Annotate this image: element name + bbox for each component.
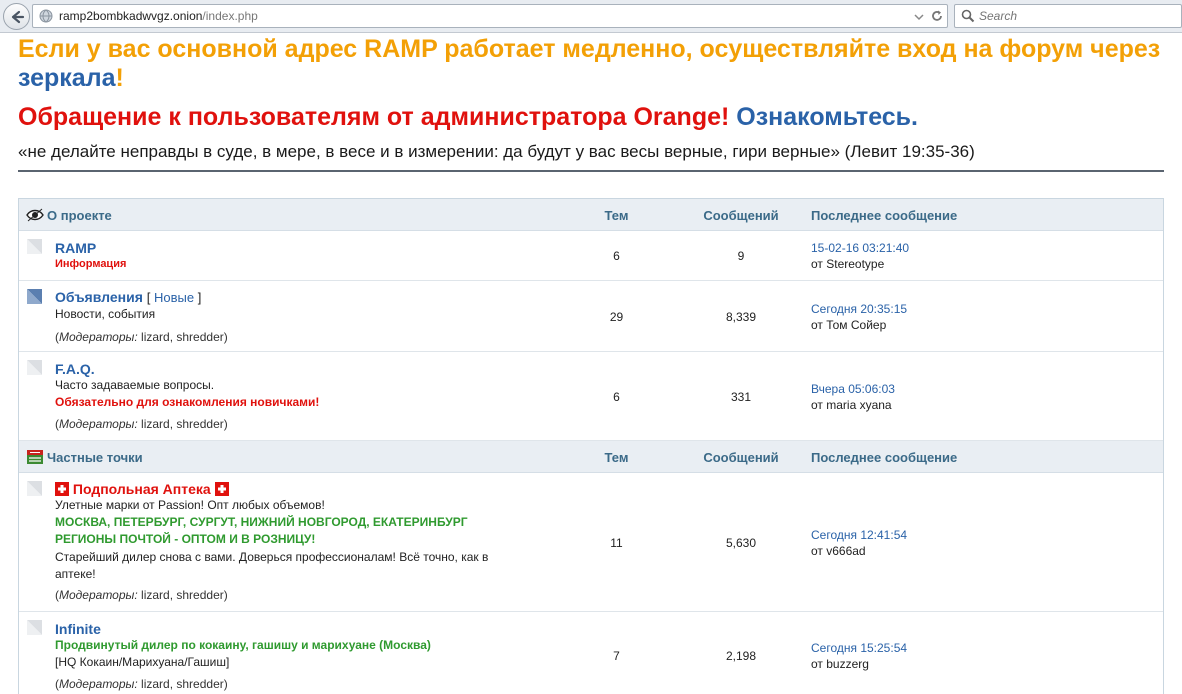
moderators: (Модераторы: lizard, shredder) bbox=[55, 677, 228, 691]
forum-read-icon bbox=[27, 481, 42, 496]
back-button[interactable] bbox=[3, 3, 30, 30]
url-text: ramp2bombkadwvgz.onion/index.php bbox=[59, 9, 258, 23]
forum-title-line: Объявления [ Новые ] bbox=[55, 289, 228, 306]
last-post-date[interactable]: Сегодня 20:35:15 bbox=[811, 301, 907, 317]
forum-title[interactable]: Подпольная Аптека bbox=[73, 481, 211, 497]
red-cross-icon bbox=[55, 482, 69, 496]
category-header: Частные точки Тем Сообщений Последнее со… bbox=[19, 441, 1163, 473]
last-post-author: от Stereotype bbox=[811, 257, 885, 271]
forum-delivery: РЕГИОНЫ ПОЧТОЙ - ОПТОМ И В РОЗНИЦУ! bbox=[55, 532, 316, 546]
last-post: 15-02-16 03:21:40 от Stereotype bbox=[811, 240, 909, 272]
dropdown-arrow-icon[interactable] bbox=[913, 11, 925, 23]
col-topics-header: Тем bbox=[604, 450, 629, 465]
forum-index: О проекте Тем Сообщений Последнее сообще… bbox=[18, 198, 1164, 694]
appeal-text: Обращение к пользователям от администрат… bbox=[18, 103, 737, 131]
last-post-author: от Том Сойер bbox=[811, 318, 887, 332]
forum-row: RAMP Информация 6 9 15-02-16 03:21:40 от… bbox=[19, 231, 1163, 281]
forum-title-line: Подпольная Аптека bbox=[55, 481, 515, 497]
mirrors-link[interactable]: зеркала bbox=[18, 64, 115, 92]
last-post-date[interactable]: Сегодня 12:41:54 bbox=[811, 527, 907, 543]
browser-toolbar: ramp2bombkadwvgz.onion/index.php bbox=[0, 0, 1182, 33]
eye-icon bbox=[26, 208, 44, 222]
forum-row: Подпольная Аптека Улетные марки от Passi… bbox=[19, 473, 1163, 612]
posts-count: 5,630 bbox=[725, 536, 757, 550]
moderators: (Модераторы: lizard, shredder) bbox=[55, 588, 228, 602]
url-path: /index.php bbox=[202, 9, 258, 23]
new-posts-tag: [ Новые ] bbox=[146, 290, 202, 305]
forum-read-icon bbox=[27, 360, 42, 375]
mirror-notice: Если у вас основной адрес RAMP работает … bbox=[18, 35, 1164, 93]
col-topics-header: Тем bbox=[604, 208, 629, 223]
last-post-date[interactable]: Вчера 05:06:03 bbox=[811, 381, 895, 397]
moderators: (Модераторы: lizard, shredder) bbox=[55, 330, 228, 344]
notice-end: ! bbox=[115, 64, 124, 92]
category-title[interactable]: О проекте bbox=[47, 208, 112, 223]
posts-count: 2,198 bbox=[725, 649, 757, 663]
globe-icon bbox=[39, 9, 53, 23]
forum-description: Информация bbox=[55, 258, 127, 270]
forum-cities: МОСКВА, ПЕТЕРБУРГ, СУРГУТ, НИЖНИЙ НОВГОР… bbox=[55, 515, 468, 529]
forum-row: F.A.Q. Часто задаваемые вопросы. Обязате… bbox=[19, 352, 1163, 441]
last-post-date[interactable]: 15-02-16 03:21:40 bbox=[811, 240, 909, 256]
last-post: Сегодня 12:41:54 от v666ad bbox=[811, 527, 907, 559]
search-box[interactable] bbox=[954, 4, 1182, 28]
forum-tagline: Продвинутый дилер по кокаину, гашишу и м… bbox=[55, 638, 431, 652]
forum-description: [HQ Кокаин/Марихуана/Гашиш] bbox=[55, 655, 230, 669]
topics-count: 6 bbox=[613, 249, 620, 263]
last-post: Сегодня 15:25:54 от buzzerg bbox=[811, 640, 907, 672]
topics-count: 7 bbox=[613, 649, 620, 663]
bible-quote: «не делайте неправды в суде, в мере, в в… bbox=[18, 142, 975, 161]
category-title[interactable]: Частные точки bbox=[47, 450, 143, 465]
topics-count: 29 bbox=[609, 310, 624, 324]
reload-icon[interactable] bbox=[930, 9, 944, 23]
admin-appeal: Обращение к пользователям от администрат… bbox=[18, 103, 1164, 132]
last-post-author: от v666ad bbox=[811, 544, 866, 558]
forum-row: Объявления [ Новые ] Новости, события (М… bbox=[19, 281, 1163, 352]
forum-description-extra: Старейший дилер снова с вами. Доверься п… bbox=[55, 550, 489, 581]
col-last-header: Последнее сообщение bbox=[811, 208, 958, 223]
category-header: О проекте Тем Сообщений Последнее сообще… bbox=[19, 199, 1163, 231]
posts-count: 331 bbox=[730, 390, 752, 404]
forum-read-icon bbox=[27, 620, 42, 635]
forum-row: Infinite Продвинутый дилер по кокаину, г… bbox=[19, 612, 1163, 694]
forum-title[interactable]: Infinite bbox=[55, 621, 431, 637]
posts-count: 8,339 bbox=[725, 310, 757, 324]
last-post: Вчера 05:06:03 от maria xyana bbox=[811, 381, 895, 413]
col-last-header: Последнее сообщение bbox=[811, 450, 958, 465]
last-post-author: от maria xyana bbox=[811, 398, 892, 412]
col-posts-header: Сообщений bbox=[703, 208, 779, 223]
last-post-date[interactable]: Сегодня 15:25:54 bbox=[811, 640, 907, 656]
new-posts-link[interactable]: Новые bbox=[154, 290, 194, 305]
shop-sign-icon bbox=[27, 450, 43, 464]
url-host: ramp2bombkadwvgz.onion bbox=[59, 9, 203, 23]
page-content: Если у вас основной адрес RAMP работает … bbox=[18, 33, 1164, 172]
forum-new-posts-icon bbox=[27, 289, 42, 304]
forum-description: Новости, события bbox=[55, 307, 156, 321]
forum-warning: Обязательно для ознакомления новичками! bbox=[55, 395, 320, 409]
moderators: (Модераторы: lizard, shredder) bbox=[55, 417, 228, 431]
posts-count: 9 bbox=[737, 249, 745, 263]
search-input[interactable] bbox=[979, 7, 1175, 25]
forum-description: Часто задаваемые вопросы. bbox=[55, 378, 215, 392]
forum-description: Улетные марки от Passion! Опт любых объе… bbox=[55, 498, 325, 512]
divider bbox=[18, 170, 1164, 172]
read-appeal-link[interactable]: Ознакомьтесь. bbox=[736, 103, 918, 131]
forum-title[interactable]: Объявления bbox=[55, 289, 143, 305]
topics-count: 11 bbox=[610, 536, 623, 550]
col-posts-header: Сообщений bbox=[703, 450, 779, 465]
red-cross-icon bbox=[214, 482, 229, 496]
forum-read-icon bbox=[27, 239, 42, 254]
last-post-author: от buzzerg bbox=[811, 657, 869, 671]
forum-title[interactable]: F.A.Q. bbox=[55, 361, 319, 377]
back-arrow-icon bbox=[11, 10, 24, 23]
notice-text: Если у вас основной адрес RAMP работает … bbox=[18, 35, 1161, 63]
search-icon bbox=[961, 9, 975, 23]
forum-title[interactable]: RAMP bbox=[55, 240, 126, 256]
topics-count: 6 bbox=[613, 390, 620, 404]
last-post: Сегодня 20:35:15 от Том Сойер bbox=[811, 301, 907, 333]
address-bar[interactable]: ramp2bombkadwvgz.onion/index.php bbox=[32, 4, 948, 28]
